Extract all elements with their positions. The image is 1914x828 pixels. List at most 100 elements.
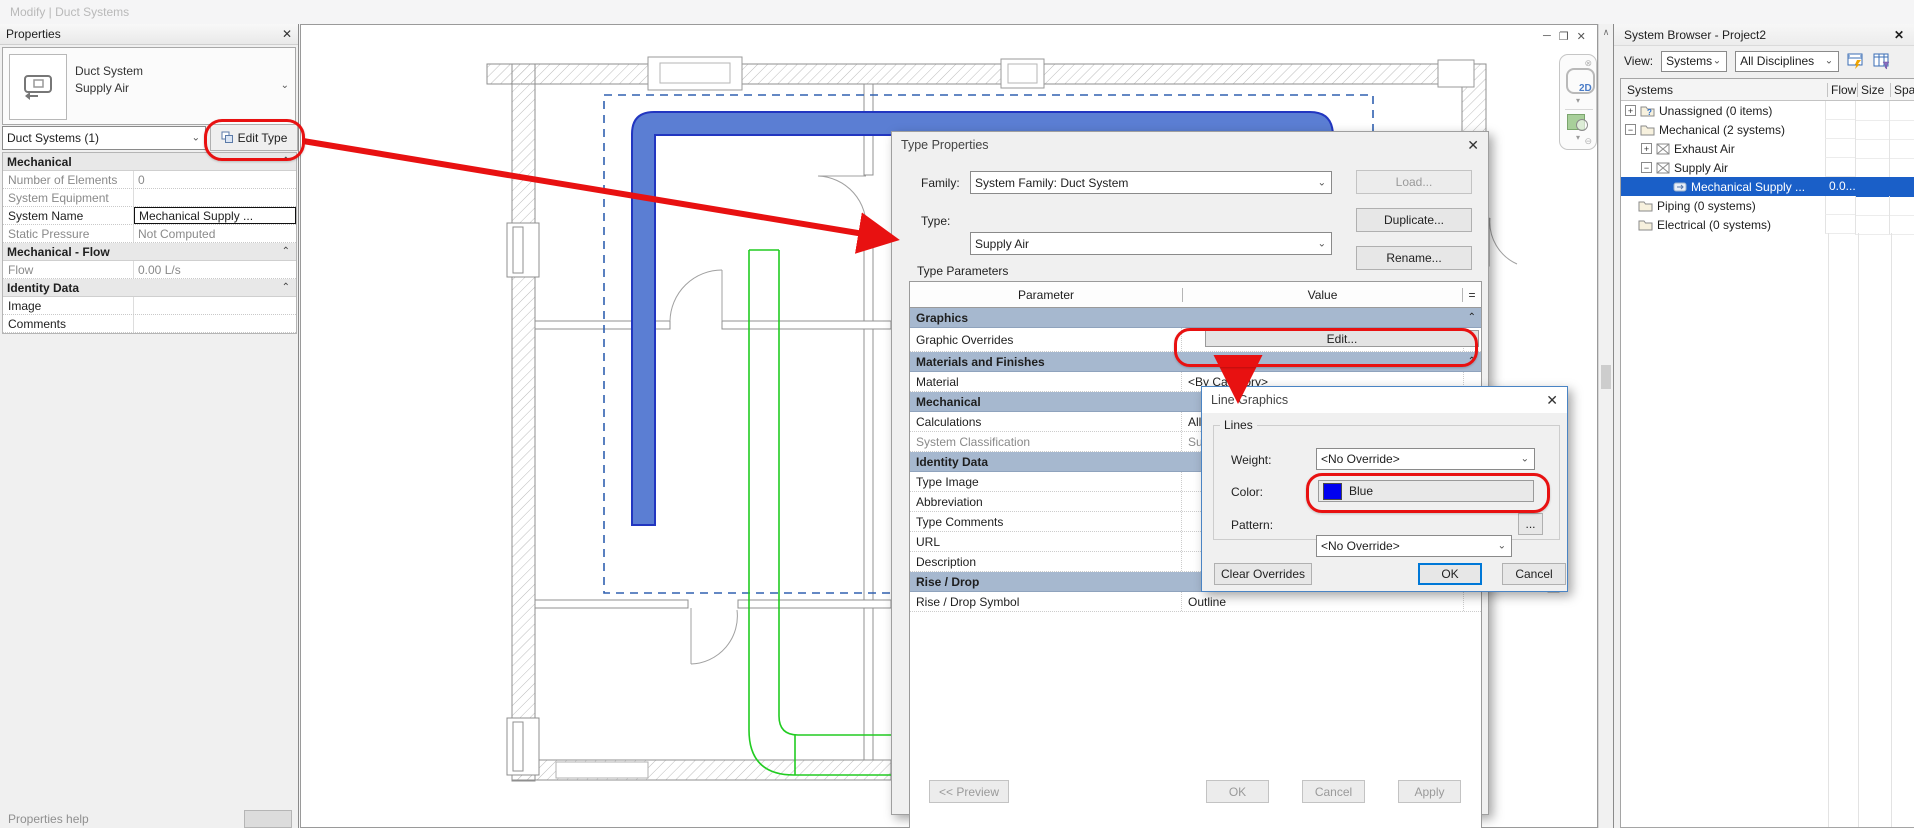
weight-label: Weight: <box>1231 453 1272 467</box>
apply-button[interactable]: Apply <box>1398 780 1461 803</box>
wheel-menu-arrow-icon[interactable]: ▾ <box>1576 96 1580 105</box>
system-browser-titlebar[interactable]: System Browser - Project2 ✕ <box>1614 24 1914 46</box>
table-row[interactable]: Rise / Drop Symbol Outline <box>910 592 1481 612</box>
revit-application-window: Modify | Duct Systems ─ ❐ ✕ ⊗ 2D ▾ ▾ ⊖ ∧… <box>0 0 1914 828</box>
type-selector[interactable]: Duct System Supply Air ⌄ <box>2 47 296 125</box>
collapse-chevron-icon[interactable]: ⌃ <box>282 282 290 293</box>
pattern-label: Pattern: <box>1231 518 1274 532</box>
expand-icon[interactable]: + <box>1641 143 1652 154</box>
type-properties-title: Type Properties <box>901 138 989 152</box>
family-combobox[interactable]: System Family: Duct System ⌄ <box>970 171 1332 194</box>
view-restore-icon[interactable]: ❐ <box>1559 30 1569 43</box>
scrollbar-thumb[interactable] <box>1601 365 1611 389</box>
cancel-button[interactable]: Cancel <box>1302 780 1365 803</box>
tree-row[interactable]: + ? Unassigned (0 items) <box>1621 100 1914 121</box>
system-name-field[interactable]: Mechanical Supply ... <box>134 207 296 224</box>
canvas-vertical-scrollbar[interactable]: ∧ <box>1598 24 1613 828</box>
graphic-overrides-edit-button[interactable]: Edit... <box>1205 330 1479 347</box>
grid-row[interactable]: System Equipment <box>3 189 296 207</box>
lines-group-label: Lines <box>1220 418 1257 432</box>
type-preview-image <box>9 54 67 120</box>
folder-icon <box>1640 124 1655 136</box>
type-value: Supply Air <box>975 236 1030 251</box>
ok-button[interactable]: OK <box>1206 780 1269 803</box>
grid-row[interactable]: Number of Elements 0 <box>3 171 296 189</box>
navigation-bar[interactable]: ⊗ 2D ▾ ▾ ⊖ <box>1559 54 1597 150</box>
navbar-collapse-icon[interactable]: ⊖ <box>1584 136 1592 147</box>
edit-type-button[interactable]: Edit Type <box>210 124 298 151</box>
color-button[interactable]: Blue <box>1318 480 1534 502</box>
tree-row[interactable]: − Mechanical (2 systems) <box>1621 119 1914 140</box>
duplicate-button[interactable]: Duplicate... <box>1356 208 1472 232</box>
clear-overrides-button[interactable]: Clear Overrides <box>1214 563 1312 585</box>
pattern-value: <No Override> <box>1321 539 1400 553</box>
type-properties-titlebar[interactable]: Type Properties ✕ <box>892 132 1488 158</box>
grid-row[interactable]: Flow 0.00 L/s <box>3 261 296 279</box>
view-combobox[interactable]: Systems ⌄ <box>1661 50 1728 72</box>
column-settings-icon[interactable] <box>1873 53 1891 70</box>
table-section[interactable]: Materials and Finishes ⌃ <box>910 352 1481 372</box>
tree-row[interactable]: − Supply Air <box>1621 157 1914 178</box>
grid-row[interactable]: System Name Mechanical Supply ... <box>3 207 296 225</box>
grid-section[interactable]: Mechanical ⌃ <box>3 153 296 171</box>
view-label: View: <box>1624 54 1654 68</box>
discipline-combobox[interactable]: All Disciplines ⌄ <box>1735 50 1840 72</box>
edit-type-label: Edit Type <box>237 130 288 145</box>
system-browser-panel: System Browser - Project2 ✕ View: System… <box>1613 24 1914 828</box>
preview-button[interactable]: << Preview <box>929 780 1009 803</box>
dialog-close-icon[interactable]: ✕ <box>1467 137 1479 154</box>
view-close-icon[interactable]: ✕ <box>1577 30 1586 43</box>
tree-row[interactable]: + Exhaust Air <box>1621 138 1914 159</box>
line-graphics-titlebar[interactable]: Line Graphics ✕ <box>1202 387 1567 413</box>
properties-help-link[interactable]: Properties help <box>8 812 89 826</box>
type-parameters-label: Type Parameters <box>917 264 1009 278</box>
systems-tree: Systems Flow Size Spa + ? Unassigned (0 … <box>1620 78 1914 828</box>
view-value: Systems <box>1666 54 1713 68</box>
grid-section[interactable]: Mechanical - Flow ⌃ <box>3 243 296 261</box>
properties-bottom-button[interactable] <box>244 810 292 828</box>
folder-question-icon: ? <box>1640 105 1655 117</box>
folder-icon <box>1638 200 1653 212</box>
tree-row-selected[interactable]: Mechanical Supply ... 0.0... <box>1621 176 1914 197</box>
table-row[interactable]: Graphic Overrides Edit... <box>910 328 1481 352</box>
type-combobox[interactable]: Supply Air ⌄ <box>970 232 1332 255</box>
grid-section[interactable]: Identity Data ⌃ <box>3 279 296 297</box>
collapse-chevron-icon[interactable]: ⌃ <box>282 156 290 167</box>
family-value: System Family: Duct System <box>975 175 1129 190</box>
element-type-combobox[interactable]: Duct Systems (1) ⌄ <box>2 126 206 150</box>
pattern-combobox[interactable]: <No Override> ⌄ <box>1316 535 1512 557</box>
weight-combobox[interactable]: <No Override> ⌄ <box>1316 448 1535 470</box>
selector-type: Supply Air <box>75 81 130 95</box>
dialog-close-icon[interactable]: ✕ <box>1546 392 1558 409</box>
rename-button[interactable]: Rename... <box>1356 246 1472 270</box>
collapse-chevron-icon[interactable]: ⌃ <box>1468 356 1476 367</box>
collapse-icon[interactable]: − <box>1625 124 1636 135</box>
tree-row[interactable]: Electrical (0 systems) <box>1621 214 1914 235</box>
view-minimize-icon[interactable]: ─ <box>1543 30 1551 43</box>
lg-ok-button[interactable]: OK <box>1418 563 1482 585</box>
grid-row[interactable]: Image <box>3 297 296 315</box>
expand-icon[interactable]: + <box>1625 105 1636 116</box>
zoom-menu-arrow-icon[interactable]: ▾ <box>1576 133 1580 142</box>
collapse-chevron-icon[interactable]: ⌃ <box>1468 312 1476 323</box>
scroll-up-icon[interactable]: ∧ <box>1599 27 1613 38</box>
grid-row[interactable]: Comments <box>3 315 296 333</box>
tree-row[interactable]: Piping (0 systems) <box>1621 195 1914 216</box>
color-value: Blue <box>1349 484 1374 498</box>
grid-row[interactable]: Static Pressure Not Computed <box>3 225 296 243</box>
family-label: Family: <box>921 176 960 190</box>
selector-dropdown-icon[interactable]: ⌄ <box>281 80 289 91</box>
autofit-columns-icon[interactable] <box>1847 53 1865 70</box>
load-button[interactable]: Load... <box>1356 170 1472 194</box>
lg-cancel-button[interactable]: Cancel <box>1502 563 1566 585</box>
app-title: Modify | Duct Systems <box>10 5 130 19</box>
pattern-more-button[interactable]: ... <box>1518 513 1543 535</box>
table-section[interactable]: Graphics ⌃ <box>910 308 1481 328</box>
weight-value: <No Override> <box>1321 452 1400 466</box>
collapse-icon[interactable]: − <box>1641 162 1652 173</box>
properties-close-icon[interactable]: ✕ <box>282 27 292 41</box>
system-browser-close-icon[interactable]: ✕ <box>1894 28 1904 42</box>
line-graphics-title: Line Graphics <box>1211 393 1289 407</box>
collapse-chevron-icon[interactable]: ⌃ <box>282 246 290 257</box>
properties-panel-title: Properties <box>6 27 61 41</box>
